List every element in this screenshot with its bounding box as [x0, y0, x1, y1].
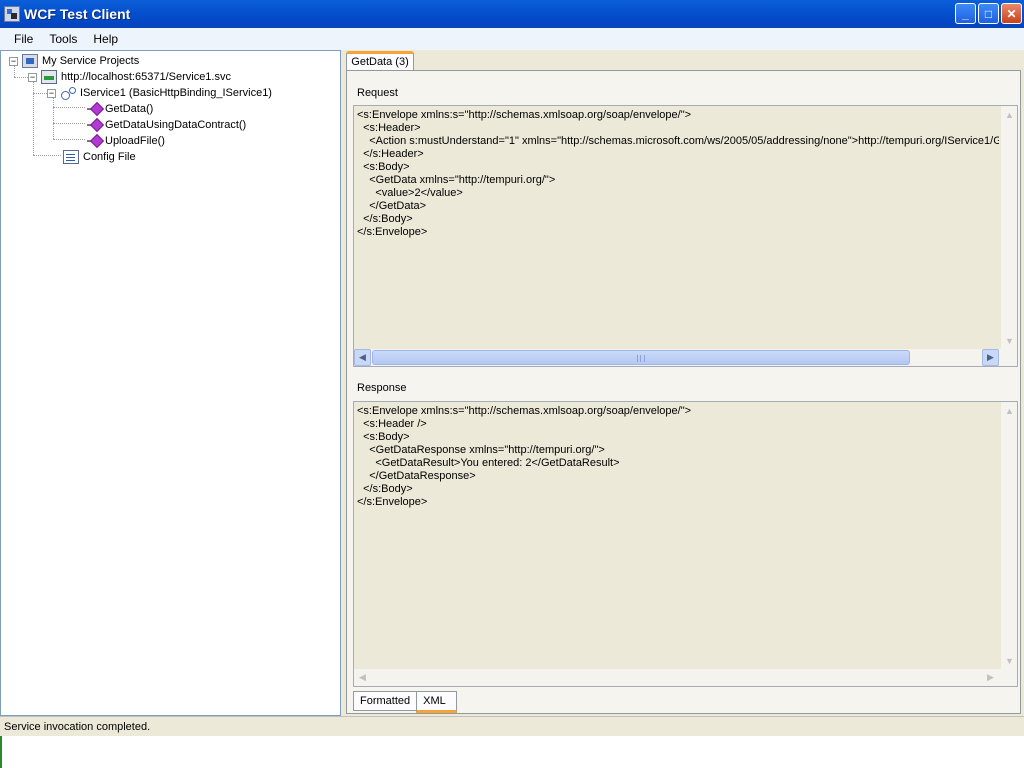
menu-bar: File Tools Help	[0, 28, 1024, 50]
collapse-icon[interactable]: −	[9, 56, 18, 66]
contract-icon	[60, 86, 76, 100]
scroll-left-icon[interactable]: ◀	[354, 349, 371, 366]
request-horizontal-scrollbar[interactable]: ◀ ▶	[354, 349, 1017, 366]
response-label: Response	[357, 382, 407, 394]
method-icon	[87, 118, 101, 132]
grip-icon	[637, 355, 645, 362]
tree-node-service[interactable]: − http://localhost:65371/Service1.svc	[28, 69, 231, 85]
tree-node-label: Config File	[83, 151, 136, 163]
scroll-up-icon[interactable]: ▲	[1001, 402, 1018, 419]
tab-panel-getdata: Request <s:Envelope xmlns:s="http://sche…	[346, 70, 1021, 714]
scroll-up-icon[interactable]: ▲	[1001, 106, 1018, 123]
response-vertical-scrollbar[interactable]: ▲ ▼	[1000, 402, 1017, 669]
tree-connector	[14, 77, 28, 78]
tree-node-label: GetData()	[105, 103, 154, 115]
menu-help[interactable]: Help	[86, 30, 125, 48]
scroll-right-icon[interactable]: ▶	[982, 669, 999, 686]
status-bar: Service invocation completed.	[0, 716, 1024, 736]
service-tree[interactable]: − My Service Projects − http://localhost…	[0, 50, 341, 716]
collapse-icon[interactable]: −	[47, 88, 56, 98]
tree-node-label: GetDataUsingDataContract()	[105, 119, 247, 131]
scroll-left-icon[interactable]: ◀	[354, 669, 371, 686]
close-button[interactable]: ✕	[1001, 3, 1022, 24]
request-scroll-thumb[interactable]	[372, 350, 910, 365]
tree-connector	[53, 123, 85, 124]
tree-node-label: My Service Projects	[42, 55, 140, 67]
tree-node-label: IService1 (BasicHttpBinding_IService1)	[80, 87, 272, 99]
maximize-button[interactable]: □	[978, 3, 999, 24]
tree-node-label: UploadFile()	[105, 135, 165, 147]
collapse-icon[interactable]: −	[28, 72, 37, 82]
title-bar: WCF Test Client _ □ ✕	[0, 0, 1024, 28]
tree-connector	[33, 93, 47, 94]
app-icon	[4, 6, 20, 22]
minimize-button[interactable]: _	[955, 3, 976, 24]
tree-connector	[53, 107, 85, 108]
projects-icon	[22, 54, 38, 68]
tree-node-method-uploadfile[interactable]: UploadFile()	[87, 133, 165, 149]
tree-node-root[interactable]: − My Service Projects	[9, 53, 139, 69]
response-horizontal-scrollbar[interactable]: ◀ ▶	[354, 669, 1017, 686]
request-xml-text: <s:Envelope xmlns:s="http://schemas.xmls…	[357, 109, 999, 238]
request-label: Request	[357, 87, 398, 99]
tree-node-method-getdatausingdatacontract[interactable]: GetDataUsingDataContract()	[87, 117, 246, 133]
tab-formatted[interactable]: Formatted	[353, 691, 418, 711]
window-title: WCF Test Client	[24, 6, 131, 22]
menu-tools[interactable]: Tools	[42, 30, 84, 48]
scroll-down-icon[interactable]: ▼	[1001, 652, 1018, 669]
method-icon	[87, 134, 101, 148]
tree-node-label: http://localhost:65371/Service1.svc	[61, 71, 231, 83]
response-xml-box[interactable]: <s:Envelope xmlns:s="http://schemas.xmls…	[353, 401, 1018, 687]
response-xml-text: <s:Envelope xmlns:s="http://schemas.xmls…	[357, 405, 692, 508]
config-file-icon	[63, 150, 79, 164]
request-vertical-scrollbar[interactable]: ▲ ▼	[1000, 106, 1017, 349]
document-area: GetData (3) Request <s:Envelope xmlns:s=…	[344, 50, 1024, 716]
tree-connector	[53, 97, 54, 139]
status-text: Service invocation completed.	[4, 720, 151, 733]
menu-file[interactable]: File	[7, 30, 40, 48]
tree-node-contract[interactable]: − IService1 (BasicHttpBinding_IService1)	[47, 85, 272, 101]
tree-connector	[53, 139, 85, 140]
service-endpoint-icon	[41, 70, 57, 84]
scroll-right-icon[interactable]: ▶	[982, 349, 999, 366]
request-xml-box[interactable]: <s:Envelope xmlns:s="http://schemas.xmls…	[353, 105, 1018, 367]
tree-node-method-getdata[interactable]: GetData()	[87, 101, 153, 117]
window-controls: _ □ ✕	[955, 3, 1022, 24]
tree-connector	[33, 155, 61, 156]
tab-xml[interactable]: XML	[416, 691, 457, 713]
tree-node-config[interactable]: Config File	[63, 149, 136, 165]
desktop-strip	[0, 736, 960, 768]
tab-getdata[interactable]: GetData (3)	[346, 51, 414, 70]
view-tabs: Formatted XML	[353, 691, 457, 713]
scroll-down-icon[interactable]: ▼	[1001, 332, 1018, 349]
method-icon	[87, 102, 101, 116]
